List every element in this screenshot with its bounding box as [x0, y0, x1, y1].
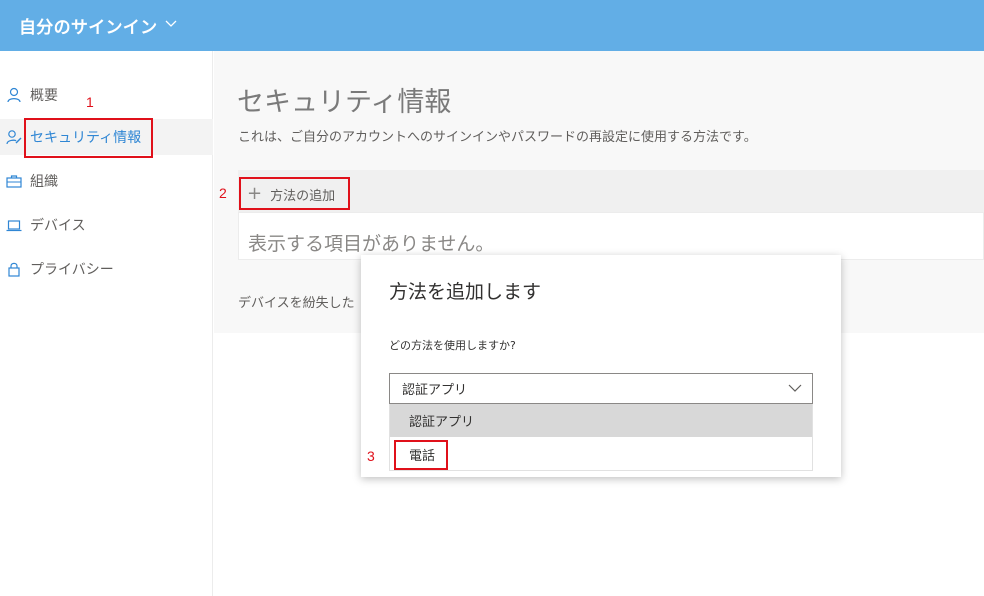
- sidebar-item-devices[interactable]: デバイス: [0, 207, 213, 243]
- sidebar: 概要 セキュリティ情報 組織 デバイス プライバシー: [0, 51, 213, 596]
- chevron-down-icon[interactable]: [165, 17, 177, 29]
- sidebar-item-security-info[interactable]: セキュリティ情報: [0, 119, 213, 155]
- plus-icon: +: [247, 183, 263, 204]
- sidebar-item-overview[interactable]: 概要: [0, 77, 213, 113]
- app-title[interactable]: 自分のサインイン: [19, 13, 157, 38]
- option-authenticator-app[interactable]: 認証アプリ: [390, 404, 812, 437]
- sidebar-item-label: 概要: [30, 88, 58, 104]
- dialog-question: どの方法を使用しますか?: [389, 339, 516, 352]
- sidebar-item-label: 組織: [30, 174, 58, 190]
- sidebar-item-label: プライバシー: [30, 262, 114, 278]
- lost-device-text: デバイスを紛失した: [238, 296, 355, 311]
- top-header: 自分のサインイン: [0, 0, 984, 51]
- annotation-label-3: 3: [367, 448, 375, 464]
- add-method-button[interactable]: + 方法の追加: [242, 181, 335, 207]
- security-info-icon: [6, 129, 22, 145]
- page-subtitle: これは、ご自分のアカウントへのサインインやパスワードの再設定に使用する方法です。: [238, 130, 757, 145]
- add-method-row: [238, 170, 984, 212]
- annotation-label-1: 1: [86, 94, 94, 110]
- sidebar-item-organization[interactable]: 組織: [0, 163, 213, 199]
- laptop-icon: [6, 217, 22, 233]
- method-options-list: 認証アプリ 電話: [389, 404, 813, 471]
- annotation-label-2: 2: [219, 185, 227, 201]
- dialog-title: 方法を追加します: [389, 281, 542, 303]
- add-method-label: 方法の追加: [270, 188, 336, 204]
- option-phone[interactable]: 電話: [390, 438, 812, 471]
- sidebar-item-label: セキュリティ情報: [30, 130, 142, 146]
- empty-methods-message: 表示する項目がありません。: [238, 212, 984, 260]
- chevron-down-icon: [788, 383, 802, 393]
- person-icon: [6, 87, 22, 103]
- briefcase-icon: [6, 173, 22, 189]
- method-select-value: 認証アプリ: [402, 383, 468, 398]
- lock-icon: [6, 261, 22, 277]
- method-select[interactable]: 認証アプリ: [389, 373, 813, 404]
- sidebar-item-privacy[interactable]: プライバシー: [0, 251, 213, 287]
- sidebar-item-label: デバイス: [30, 218, 86, 234]
- page-title: セキュリティ情報: [237, 87, 452, 118]
